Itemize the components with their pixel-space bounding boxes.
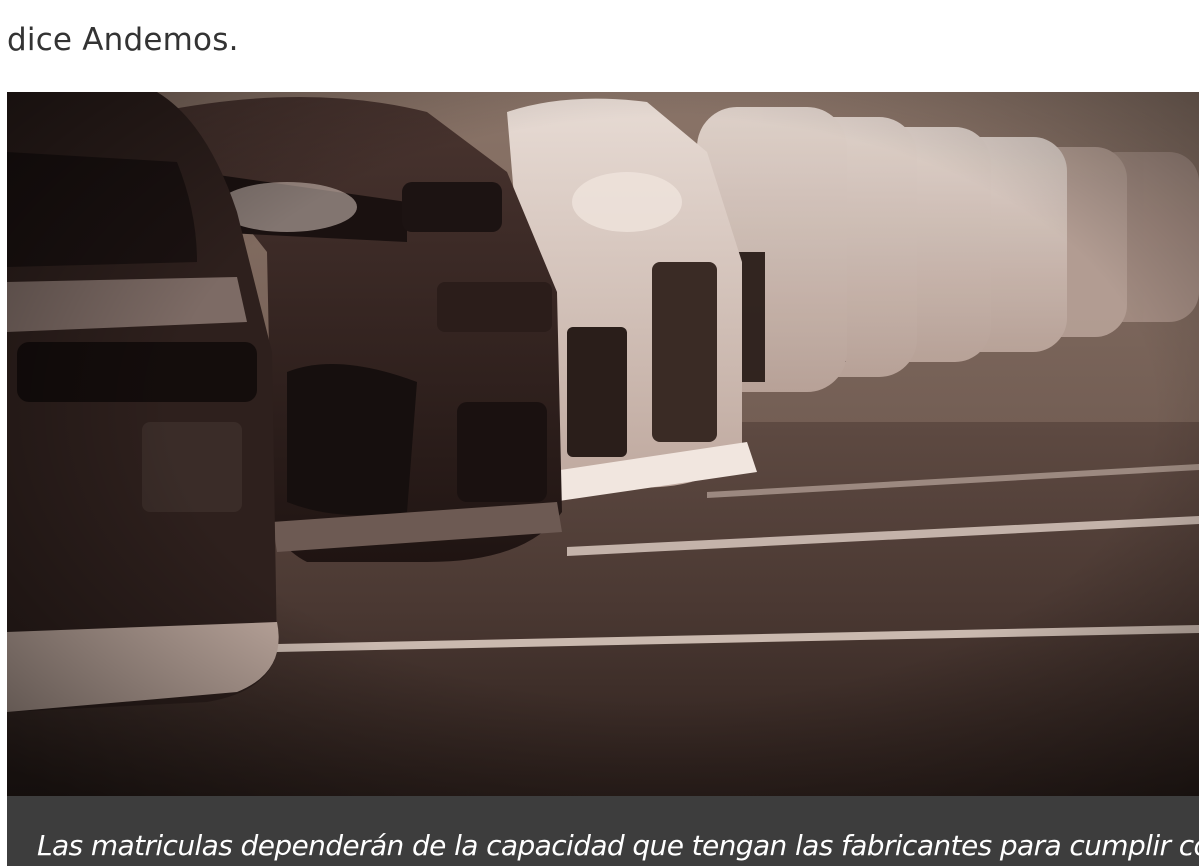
article-paragraph-end: dice Andemos. (7, 22, 239, 58)
article-figure: Las matriculas dependerán de la capacida… (7, 92, 1199, 866)
image-caption: Las matriculas dependerán de la capacida… (7, 796, 1199, 866)
cars-row-photo (7, 92, 1199, 796)
previous-text-line-cutoff (6, 0, 1199, 16)
